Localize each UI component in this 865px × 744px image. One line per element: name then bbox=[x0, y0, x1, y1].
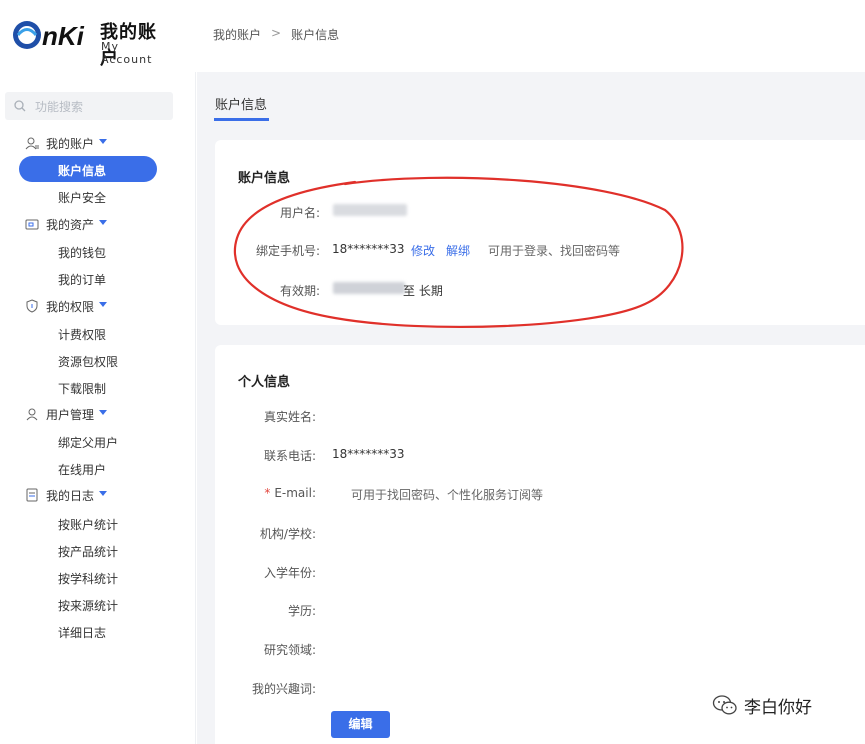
log-icon bbox=[26, 488, 38, 502]
sidebar-item-download-limit[interactable]: 下载限制 bbox=[19, 374, 157, 400]
sidebar-item-label: 下载限制 bbox=[58, 382, 107, 396]
modify-phone-link[interactable]: 修改 bbox=[411, 242, 435, 259]
chevron-down-icon bbox=[99, 491, 107, 496]
tab-account-info[interactable]: 账户信息 bbox=[215, 94, 267, 113]
wechat-watermark: 李白你好 bbox=[712, 693, 812, 718]
tab-active-indicator bbox=[214, 118, 269, 121]
sidebar: 功能搜索 我的账户 账户信息 账户安全 我的资产 我的钱包 我的订单 我的权限 … bbox=[0, 72, 196, 744]
sidebar-group-label: 我的权限 bbox=[46, 300, 95, 314]
sidebar-item-label: 计费权限 bbox=[58, 328, 107, 342]
real-name-label: 真实姓名: bbox=[263, 410, 316, 424]
enrollment-year-label: 入学年份: bbox=[263, 566, 316, 580]
sidebar-group-account[interactable]: 我的账户 bbox=[0, 130, 196, 156]
wallet-icon bbox=[25, 219, 39, 230]
sidebar-group-label: 用户管理 bbox=[46, 408, 95, 422]
watermark-text: 李白你好 bbox=[744, 697, 812, 718]
contact-phone-value: 18*******33 bbox=[332, 447, 405, 461]
svg-text:nKi: nKi bbox=[42, 21, 85, 51]
sidebar-item-online-users[interactable]: 在线用户 bbox=[19, 455, 157, 481]
sidebar-group-label: 我的资产 bbox=[46, 218, 95, 232]
tab-bar: 账户信息 bbox=[197, 72, 865, 126]
email-label-text: E-mail: bbox=[274, 486, 316, 500]
phone-label: 绑定手机号: bbox=[255, 244, 320, 258]
account-info-card: 账户信息 用户名: 绑定手机号: 18*******33 修改 解绑 可用于登录… bbox=[215, 140, 865, 325]
account-info-title: 账户信息 bbox=[238, 171, 291, 186]
sidebar-item-label: 我的订单 bbox=[58, 273, 107, 287]
sidebar-item-stats-by-product[interactable]: 按产品统计 bbox=[19, 537, 157, 563]
sidebar-item-account-security[interactable]: 账户安全 bbox=[19, 183, 157, 209]
sidebar-item-wallet[interactable]: 我的钱包 bbox=[19, 238, 157, 264]
breadcrumb-item-account-info: 账户信息 bbox=[291, 28, 340, 42]
organization-label: 机构/学校: bbox=[259, 527, 316, 541]
app-header: nKi 我的账户 My Account 我的账户 > 账户信息 bbox=[0, 0, 865, 72]
user-icon bbox=[25, 137, 39, 150]
sidebar-item-detailed-log[interactable]: 详细日志 bbox=[19, 618, 157, 644]
validity-value: 至 长期 bbox=[403, 284, 443, 298]
phone-hint: 可用于登录、找回密码等 bbox=[488, 244, 621, 258]
sidebar-item-label: 账户安全 bbox=[58, 191, 107, 205]
sidebar-item-label: 按来源统计 bbox=[58, 599, 119, 613]
edit-button[interactable]: 编辑 bbox=[331, 711, 390, 738]
main-content: 账户信息 账户信息 用户名: 绑定手机号: 18*******33 修改 解绑 … bbox=[197, 72, 865, 744]
sidebar-item-stats-by-source[interactable]: 按来源统计 bbox=[19, 591, 157, 617]
search-input[interactable]: 功能搜索 bbox=[5, 92, 173, 120]
chevron-down-icon bbox=[99, 220, 107, 225]
chevron-down-icon bbox=[99, 139, 107, 144]
sidebar-item-label: 按账户统计 bbox=[58, 518, 119, 532]
cnki-logo[interactable]: nKi 我的账户 My Account bbox=[12, 12, 172, 69]
sidebar-item-orders[interactable]: 我的订单 bbox=[19, 265, 157, 291]
unbind-phone-link[interactable]: 解绑 bbox=[446, 242, 470, 259]
sidebar-item-account-info[interactable]: 账户信息 bbox=[19, 156, 157, 182]
sidebar-item-stats-by-subject[interactable]: 按学科统计 bbox=[19, 564, 157, 590]
phone-value: 18*******33 bbox=[332, 242, 405, 256]
education-label: 学历: bbox=[287, 604, 316, 618]
sidebar-item-billing-permissions[interactable]: 计费权限 bbox=[19, 320, 157, 346]
sidebar-item-label: 按产品统计 bbox=[58, 545, 119, 559]
user-manage-icon bbox=[26, 408, 38, 421]
personal-info-card: 个人信息 真实姓名: 联系电话: 18*******33 * E-mail: 可用… bbox=[215, 345, 865, 744]
validity-label: 有效期: bbox=[279, 284, 320, 298]
logo-subtitle: My Account bbox=[101, 40, 153, 66]
personal-info-title: 个人信息 bbox=[238, 375, 291, 390]
sidebar-item-label: 详细日志 bbox=[58, 626, 107, 640]
chevron-down-icon bbox=[99, 410, 107, 415]
sidebar-group-user-management[interactable]: 用户管理 bbox=[0, 401, 196, 427]
sidebar-item-label: 绑定父用户 bbox=[58, 436, 119, 450]
sidebar-item-label: 按学科统计 bbox=[58, 572, 119, 586]
breadcrumb-separator: > bbox=[271, 26, 282, 40]
username-redacted bbox=[333, 204, 407, 216]
sidebar-item-label: 我的钱包 bbox=[58, 246, 107, 260]
sidebar-item-label: 资源包权限 bbox=[58, 355, 119, 369]
sidebar-group-logs[interactable]: 我的日志 bbox=[0, 482, 196, 508]
sidebar-item-label: 账户信息 bbox=[58, 164, 107, 178]
required-marker: * bbox=[264, 486, 271, 500]
search-icon bbox=[14, 100, 26, 112]
sidebar-item-bind-parent-user[interactable]: 绑定父用户 bbox=[19, 428, 157, 454]
sidebar-group-label: 我的账户 bbox=[46, 137, 95, 151]
sidebar-item-stats-by-account[interactable]: 按账户统计 bbox=[19, 510, 157, 536]
interest-keywords-label: 我的兴趣词: bbox=[251, 682, 316, 696]
research-field-label: 研究领域: bbox=[263, 643, 316, 657]
breadcrumb: 我的账户 > 账户信息 bbox=[213, 26, 339, 43]
cnki-logo-icon: nKi bbox=[13, 21, 85, 51]
sidebar-group-permissions[interactable]: 我的权限 bbox=[0, 293, 196, 319]
email-hint: 可用于找回密码、个性化服务订阅等 bbox=[351, 488, 544, 502]
sidebar-item-label: 在线用户 bbox=[58, 463, 107, 477]
wechat-icon bbox=[712, 695, 737, 715]
sidebar-group-assets[interactable]: 我的资产 bbox=[0, 211, 196, 237]
shield-icon bbox=[26, 299, 38, 313]
sidebar-group-label: 我的日志 bbox=[46, 489, 95, 503]
email-label: * E-mail: bbox=[216, 486, 316, 500]
contact-phone-label: 联系电话: bbox=[263, 449, 316, 463]
username-label: 用户名: bbox=[279, 206, 320, 220]
breadcrumb-item-account[interactable]: 我的账户 bbox=[213, 26, 261, 43]
search-placeholder: 功能搜索 bbox=[35, 100, 84, 114]
sidebar-item-resource-permissions[interactable]: 资源包权限 bbox=[19, 347, 157, 373]
chevron-down-icon bbox=[99, 302, 107, 307]
validity-start-redacted bbox=[333, 282, 405, 294]
